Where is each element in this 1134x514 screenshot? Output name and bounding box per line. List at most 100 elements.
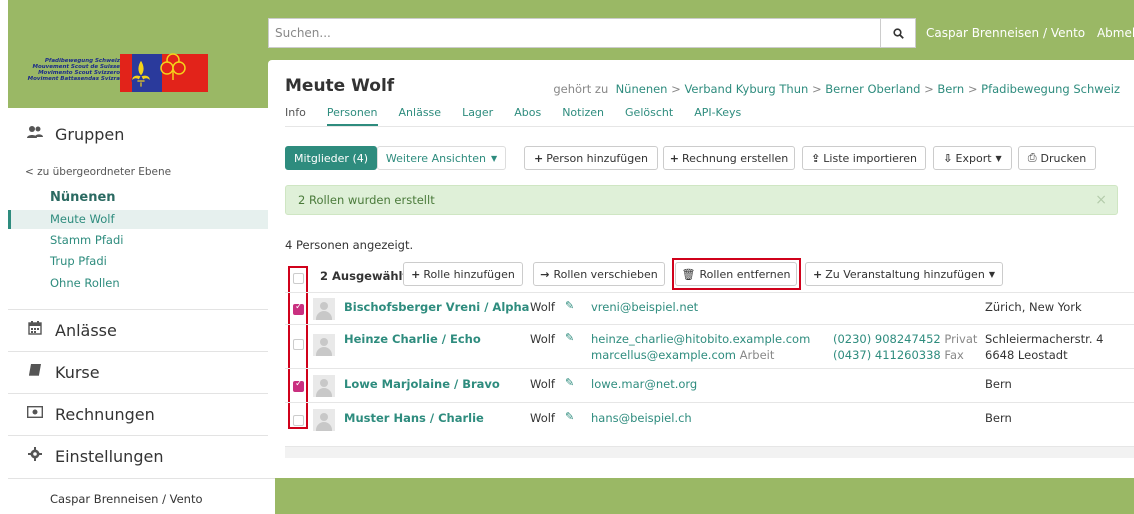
person-role: Wolf — [530, 300, 555, 314]
edit-icon[interactable]: ✎ — [565, 376, 574, 389]
tab-info[interactable]: Info — [285, 106, 306, 126]
count-text: 4 Personen angezeigt. — [285, 238, 414, 252]
row-checkbox[interactable] — [293, 415, 304, 426]
row-checkbox[interactable] — [293, 379, 304, 392]
add-role-button[interactable]: + Rolle hinzufügen — [403, 262, 523, 286]
selected-count: 2 Ausgewählt — [320, 269, 408, 283]
sidebar-einstellungen-label: Einstellungen — [55, 446, 164, 466]
search-button[interactable] — [880, 18, 916, 48]
person-role: Wolf — [530, 377, 555, 391]
topbar-user-menu: Caspar Brenneisen / Vento Abmelden — [926, 26, 1134, 40]
breadcrumb-item[interactable]: Bern — [937, 82, 964, 96]
tab-api-keys[interactable]: API-Keys — [694, 106, 741, 126]
gear-icon — [25, 447, 45, 465]
page-title: Meute Wolf — [285, 76, 395, 96]
table-row[interactable]: Muster Hans / Charlie Wolf ✎ hans@beispi… — [285, 402, 1134, 436]
sidebar-gruppen-label: Gruppen — [55, 124, 125, 144]
sidebar-kurse-label: Kurse — [55, 362, 100, 382]
sidebar-anlaesse[interactable]: Anlässe — [8, 309, 275, 350]
create-invoice-button[interactable]: + Rechnung erstellen — [663, 146, 795, 170]
tab-geloescht[interactable]: Gelöscht — [625, 106, 673, 126]
breadcrumb-item[interactable]: Berner Oberland — [825, 82, 920, 96]
import-list-button[interactable]: ⇪ Liste importieren — [802, 146, 926, 170]
plus-icon: + — [411, 267, 421, 281]
sidebar-rechnungen-label: Rechnungen — [55, 404, 155, 424]
person-email[interactable]: lowe.mar@net.org — [591, 377, 697, 391]
person-name[interactable]: Heinze Charlie / Echo — [344, 332, 481, 346]
sidebar-item-trup-pfadi[interactable]: Trup Pfadi — [8, 252, 275, 271]
search-icon — [892, 27, 904, 39]
remove-roles-highlight — [672, 258, 801, 290]
add-person-button[interactable]: + Person hinzufügen — [524, 146, 658, 170]
plus-icon: + — [669, 151, 679, 165]
tab-personen[interactable]: Personen — [326, 106, 378, 126]
person-name[interactable]: Bischofsberger Vreni / Alpha — [344, 300, 529, 314]
close-icon[interactable]: × — [1095, 186, 1107, 214]
sidebar-user-link[interactable]: Caspar Brenneisen / Vento — [50, 492, 203, 506]
left-edge — [0, 0, 8, 514]
arrow-right-icon: → — [540, 267, 550, 281]
caret-down-icon: ▼ — [995, 153, 1002, 163]
sidebar-einstellungen[interactable]: Einstellungen — [8, 435, 275, 476]
person-name[interactable]: Muster Hans / Charlie — [344, 411, 484, 425]
print-icon: ⎙ — [1027, 151, 1037, 164]
current-group[interactable]: Nünenen — [50, 190, 116, 205]
parent-level-link[interactable]: < zu übergeordneter Ebene — [25, 166, 171, 178]
edit-icon[interactable]: ✎ — [565, 410, 574, 423]
sidebar-kurse[interactable]: Kurse — [8, 351, 275, 392]
tab-anlaesse[interactable]: Anlässe — [399, 106, 442, 126]
sidebar-item-meute-wolf[interactable]: Meute Wolf — [8, 210, 275, 229]
book-icon — [25, 363, 45, 381]
person-phone-2[interactable]: (0437) 411260338 — [833, 348, 941, 362]
sidebar-anlaesse-label: Anlässe — [55, 320, 117, 340]
main-content: Meute Wolf gehört zu Nünenen > Verband K… — [268, 60, 1134, 478]
members-button[interactable]: Mitglieder (4) — [285, 146, 377, 170]
person-role: Wolf — [530, 332, 555, 346]
tab-divider — [285, 126, 1134, 127]
person-address: Bern — [985, 377, 1012, 391]
person-email[interactable]: hans@beispiel.ch — [591, 411, 692, 425]
download-icon: ⇩ — [943, 151, 953, 165]
money-icon — [25, 405, 45, 422]
sidebar-gruppen[interactable]: Gruppen — [8, 114, 275, 154]
row-checkbox[interactable] — [293, 302, 304, 315]
more-views-dropdown[interactable]: Weitere Ansichten ▼ — [377, 146, 506, 170]
tab-abos[interactable]: Abos — [514, 106, 541, 126]
person-name[interactable]: Lowe Marjolaine / Bravo — [344, 377, 500, 391]
person-phone[interactable]: (0230) 908247452 — [833, 332, 941, 346]
person-phones: (0230) 908247452 Privat (0437) 411260338… — [833, 332, 978, 362]
breadcrumb-item[interactable]: Nünenen — [616, 82, 668, 96]
person-email[interactable]: heinze_charlie@hitobito.example.com — [591, 332, 810, 346]
avatar — [313, 298, 335, 320]
add-to-event-dropdown[interactable]: + Zu Veranstaltung hinzufügen ▼ — [805, 262, 1003, 286]
table-row[interactable]: Heinze Charlie / Echo Wolf ✎ heinze_char… — [285, 324, 1134, 368]
print-button[interactable]: ⎙ Drucken — [1018, 146, 1096, 170]
move-roles-button[interactable]: → Rollen verschieben — [533, 262, 665, 286]
search-input[interactable]: Suchen... — [268, 18, 880, 48]
alert-text: 2 Rollen wurden erstellt — [298, 193, 435, 207]
table-row[interactable]: Bischofsberger Vreni / Alpha Wolf ✎ vren… — [285, 292, 1134, 324]
logout-link[interactable]: Abmelden — [1097, 26, 1134, 40]
sidebar-item-stamm-pfadi[interactable]: Stamm Pfadi — [8, 231, 275, 250]
calendar-icon — [25, 321, 45, 339]
success-alert: 2 Rollen wurden erstellt × — [285, 185, 1118, 215]
logo[interactable]: Pfadibewegung Schweiz Mouvement Scout de… — [20, 52, 208, 104]
sidebar-divider — [8, 478, 275, 479]
edit-icon[interactable]: ✎ — [565, 331, 574, 344]
export-dropdown[interactable]: ⇩ Export ▼ — [933, 146, 1012, 170]
top-band — [0, 0, 1134, 12]
tab-lager[interactable]: Lager — [462, 106, 493, 126]
breadcrumb-item[interactable]: Verband Kyburg Thun — [684, 82, 808, 96]
sidebar-item-ohne-rollen[interactable]: Ohne Rollen — [8, 274, 275, 293]
table-row[interactable]: Lowe Marjolaine / Bravo Wolf ✎ lowe.mar@… — [285, 368, 1134, 402]
person-address: Zürich, New York — [985, 300, 1082, 314]
row-checkbox[interactable] — [293, 339, 304, 350]
topbar-user-link[interactable]: Caspar Brenneisen / Vento — [926, 26, 1085, 40]
breadcrumb-item[interactable]: Pfadibewegung Schweiz — [981, 82, 1120, 96]
breadcrumb: gehört zu Nünenen > Verband Kyburg Thun … — [553, 82, 1120, 96]
edit-icon[interactable]: ✎ — [565, 299, 574, 312]
person-email-2[interactable]: marcellus@example.com — [591, 348, 736, 362]
tab-notizen[interactable]: Notizen — [562, 106, 604, 126]
person-email[interactable]: vreni@beispiel.net — [591, 300, 698, 314]
sidebar-rechnungen[interactable]: Rechnungen — [8, 393, 275, 434]
